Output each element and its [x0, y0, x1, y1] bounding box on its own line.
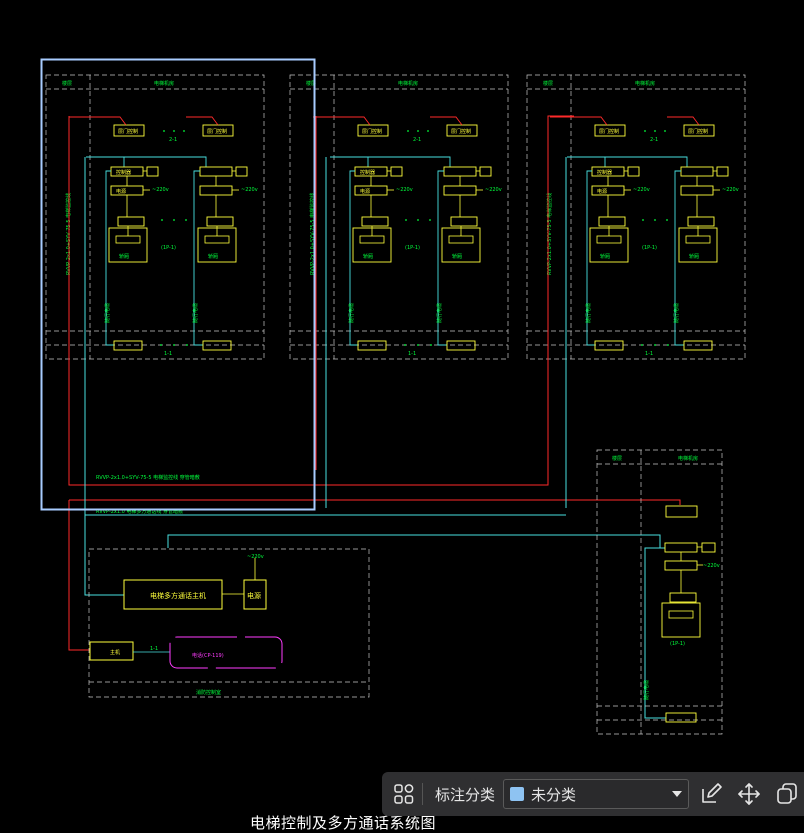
- svg-text:电梯机房: 电梯机房: [678, 455, 698, 462]
- svg-text:电梯多方通话主机: 电梯多方通话主机: [150, 591, 206, 600]
- svg-text:1-1: 1-1: [150, 646, 158, 652]
- category-label: 标注分类: [435, 786, 496, 804]
- svg-text:电源: 电源: [247, 591, 261, 600]
- svg-text:~220v: ~220v: [703, 563, 720, 569]
- select-group-icon[interactable]: [390, 780, 418, 808]
- chevron-down-icon: [672, 791, 683, 797]
- svg-text:RVVP-2x1.0+SYV-75-5 电梯监控线 穿管暗敷: RVVP-2x1.0+SYV-75-5 电梯监控线 穿管暗敷: [96, 474, 200, 481]
- elevator-block-3[interactable]: [526, 74, 746, 360]
- category-color-swatch: [510, 787, 525, 801]
- annotation-toolbar: 标注分类 未分类: [382, 772, 804, 816]
- move-icon[interactable]: [735, 780, 763, 808]
- svg-text:楼层: 楼层: [612, 455, 622, 462]
- elevator-block-1[interactable]: [45, 74, 265, 360]
- category-select[interactable]: 未分类: [503, 779, 690, 809]
- svg-text:主机: 主机: [110, 649, 120, 656]
- copy-icon[interactable]: [773, 780, 801, 808]
- cad-drawing[interactable]: 楼层 电梯机房 RVVP-2x1.0+SYV-75-5 电梯监控线 层门控制 层…: [0, 0, 804, 833]
- toolbar-divider: [422, 783, 423, 805]
- svg-text:随行电缆: 随行电缆: [643, 680, 650, 700]
- svg-text:~220v: ~220v: [247, 554, 264, 560]
- edit-icon[interactable]: [697, 780, 725, 808]
- selection-box: [40, 58, 316, 511]
- svg-text:电话(CP-119): 电话(CP-119): [192, 652, 224, 659]
- svg-text:(1P-1): (1P-1): [670, 641, 685, 647]
- svg-text:消防控制室: 消防控制室: [196, 689, 221, 696]
- elevator-block-2[interactable]: [289, 74, 509, 360]
- category-value: 未分类: [531, 786, 577, 804]
